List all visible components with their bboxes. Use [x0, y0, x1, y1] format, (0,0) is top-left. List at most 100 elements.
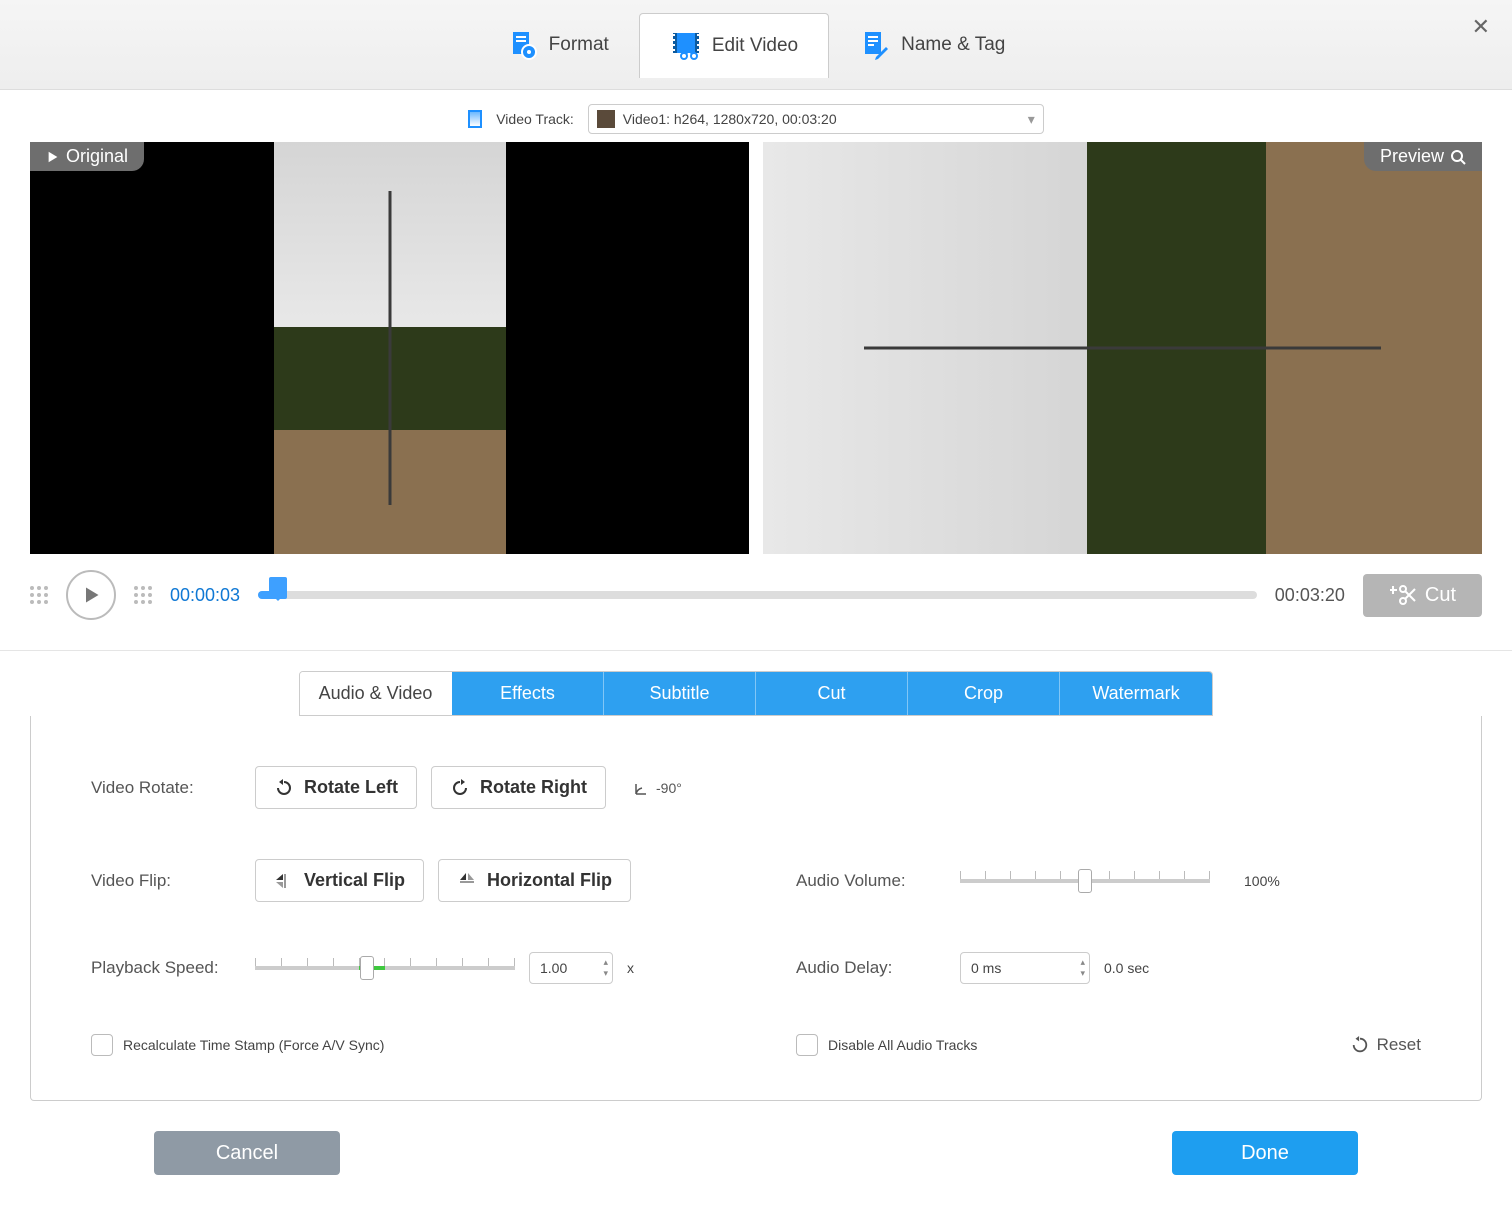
- video-track-label: Video Track:: [496, 111, 574, 127]
- reset-label: Reset: [1377, 1035, 1421, 1055]
- grip-handle-left[interactable]: [30, 586, 48, 604]
- video-track-row: Video Track: Video1: h264, 1280x720, 00:…: [0, 90, 1512, 142]
- sub-tabs-row: Audio & Video Effects Subtitle Cut Crop …: [0, 651, 1512, 716]
- tab-edit-video[interactable]: Edit Video: [639, 13, 829, 78]
- sub-tab-audio-video[interactable]: Audio & Video: [300, 672, 452, 715]
- rotate-left-button[interactable]: Rotate Left: [255, 766, 417, 809]
- sub-tab-cut[interactable]: Cut: [756, 672, 908, 715]
- tab-name-tag-label: Name & Tag: [901, 34, 1005, 56]
- recalc-row: Recalculate Time Stamp (Force A/V Sync): [91, 1034, 716, 1056]
- tab-format[interactable]: Format: [477, 12, 639, 77]
- magnifier-icon: [1450, 149, 1466, 165]
- play-icon: [81, 585, 101, 605]
- recalc-checkbox[interactable]: [91, 1034, 113, 1056]
- film-strip-icon: [468, 110, 482, 128]
- play-button[interactable]: [66, 570, 116, 620]
- disable-audio-label: Disable All Audio Tracks: [828, 1037, 977, 1053]
- audio-volume-value: 100%: [1244, 873, 1280, 889]
- vertical-flip-label: Vertical Flip: [304, 870, 405, 891]
- playback-speed-value: 1.00: [540, 960, 567, 976]
- original-label-text: Original: [66, 146, 128, 167]
- video-track-value: Video1: h264, 1280x720, 00:03:20: [623, 111, 837, 127]
- speed-slider-thumb[interactable]: [360, 956, 374, 980]
- chevron-down-icon: ▾: [1028, 111, 1035, 128]
- volume-slider-thumb[interactable]: [1078, 869, 1092, 893]
- vertical-flip-button[interactable]: Vertical Flip: [255, 859, 424, 902]
- horizontal-flip-icon: [457, 871, 477, 891]
- original-label: Original: [30, 142, 144, 171]
- top-bar: ✕ Format Edit Video Name & Tag: [0, 0, 1512, 90]
- film-cut-icon: [670, 30, 702, 62]
- preview-label-text: Preview: [1380, 146, 1444, 167]
- video-rotate-row: Video Rotate: Rotate Left Rotate Right -…: [91, 766, 716, 809]
- video-track-thumb: [597, 110, 615, 128]
- tab-format-label: Format: [549, 34, 609, 56]
- sub-tab-watermark[interactable]: Watermark: [1060, 672, 1212, 715]
- output-preview: Preview: [763, 142, 1482, 554]
- disable-audio-checkbox[interactable]: [796, 1034, 818, 1056]
- playback-speed-row: Playback Speed: 1.00 ▴▾ x: [91, 952, 716, 984]
- video-track-dropdown[interactable]: Video1: h264, 1280x720, 00:03:20 ▾: [588, 104, 1044, 134]
- sub-tabs: Audio & Video Effects Subtitle Cut Crop …: [299, 671, 1213, 716]
- rotate-left-label: Rotate Left: [304, 777, 398, 798]
- video-flip-row: Video Flip: Vertical Flip Horizontal Fli…: [91, 859, 716, 902]
- video-flip-label: Video Flip:: [91, 871, 241, 891]
- original-video-content: [274, 142, 506, 554]
- sub-tab-crop[interactable]: Crop: [908, 672, 1060, 715]
- vertical-flip-icon: [274, 871, 294, 891]
- sub-tab-effects[interactable]: Effects: [452, 672, 604, 715]
- seek-thumb[interactable]: [269, 577, 287, 599]
- close-icon[interactable]: ✕: [1472, 14, 1490, 40]
- cut-button[interactable]: Cut: [1363, 574, 1482, 617]
- scissors-icon: [1389, 584, 1417, 606]
- angle-icon: [634, 780, 650, 796]
- rotate-right-icon: [450, 778, 470, 798]
- original-preview: Original: [30, 142, 749, 554]
- footer: Cancel Done: [0, 1101, 1512, 1209]
- audio-volume-row: Audio Volume: 100%: [796, 859, 1421, 902]
- reset-icon: [1351, 1036, 1369, 1054]
- cut-button-label: Cut: [1425, 584, 1456, 607]
- audio-delay-value: 0 ms: [971, 960, 1001, 976]
- spinner-arrows-icon[interactable]: ▴▾: [599, 957, 612, 979]
- video-rotate-label: Video Rotate:: [91, 778, 241, 798]
- sub-tab-subtitle[interactable]: Subtitle: [604, 672, 756, 715]
- audio-delay-row: Audio Delay: 0 ms ▴▾ 0.0 sec: [796, 952, 1421, 984]
- spinner-arrows-icon[interactable]: ▴▾: [1076, 957, 1089, 979]
- playback-speed-input[interactable]: 1.00 ▴▾: [529, 952, 613, 984]
- playback-controls: 00:00:03 00:03:20 Cut: [0, 554, 1512, 651]
- rotate-value: -90°: [634, 780, 682, 796]
- audio-delay-input[interactable]: 0 ms ▴▾: [960, 952, 1090, 984]
- done-label: Done: [1241, 1142, 1289, 1165]
- horizontal-flip-button[interactable]: Horizontal Flip: [438, 859, 631, 902]
- audio-volume-slider[interactable]: [960, 879, 1210, 883]
- playback-speed-label: Playback Speed:: [91, 958, 241, 978]
- current-time: 00:00:03: [170, 585, 240, 606]
- duration-time: 00:03:20: [1275, 585, 1345, 606]
- reset-button[interactable]: Reset: [1351, 1035, 1421, 1055]
- cancel-button[interactable]: Cancel: [154, 1131, 340, 1175]
- preview-video-content: [763, 142, 1482, 554]
- rotate-right-label: Rotate Right: [480, 777, 587, 798]
- top-tabs: Format Edit Video Name & Tag: [477, 12, 1036, 77]
- audio-delay-seconds: 0.0 sec: [1104, 960, 1149, 976]
- playback-speed-slider[interactable]: [255, 966, 515, 970]
- tab-edit-video-label: Edit Video: [712, 35, 798, 57]
- audio-delay-label: Audio Delay:: [796, 958, 946, 978]
- done-button[interactable]: Done: [1172, 1131, 1358, 1175]
- tab-name-tag[interactable]: Name & Tag: [829, 12, 1035, 77]
- playback-speed-suffix: x: [627, 960, 634, 976]
- rotate-value-text: -90°: [656, 780, 682, 796]
- disable-audio-row: Disable All Audio Tracks Reset: [796, 1034, 1421, 1056]
- cancel-label: Cancel: [216, 1142, 278, 1165]
- grip-handle-right[interactable]: [134, 586, 152, 604]
- play-triangle-icon: [46, 150, 60, 164]
- doc-pencil-icon: [859, 29, 891, 61]
- controls-panel: Video Rotate: Rotate Left Rotate Right -…: [30, 716, 1482, 1101]
- audio-volume-label: Audio Volume:: [796, 871, 946, 891]
- doc-gear-icon: [507, 29, 539, 61]
- horizontal-flip-label: Horizontal Flip: [487, 870, 612, 891]
- rotate-right-button[interactable]: Rotate Right: [431, 766, 606, 809]
- preview-label: Preview: [1364, 142, 1482, 171]
- seek-bar[interactable]: [258, 591, 1257, 599]
